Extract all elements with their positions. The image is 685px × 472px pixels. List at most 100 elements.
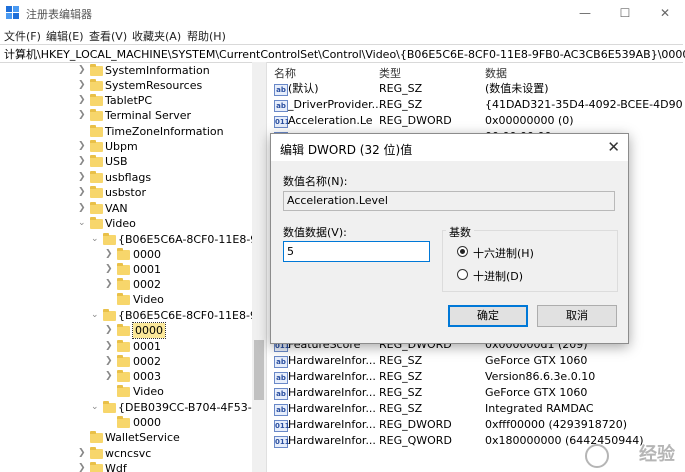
value-row[interactable]: ab HardwareInfor... REG_SZ GeForce GTX 1060	[268, 385, 685, 401]
chevron-right-icon[interactable]: ❯	[105, 277, 113, 292]
value-name-cell: HardwareInfor...	[288, 434, 376, 447]
chevron-right-icon[interactable]: ❯	[78, 185, 86, 200]
chevron-right-icon[interactable]: ❯	[78, 93, 86, 108]
value-row[interactable]: ab _DriverProvider... REG_SZ {41DAD321-35D4…	[268, 97, 685, 113]
chevron-down-icon[interactable]: ⌄	[91, 308, 99, 323]
menu-bar: 文件(F) 编辑(E) 查看(V) 收藏夹(A) 帮助(H)	[0, 26, 685, 44]
folder-icon	[90, 140, 103, 152]
dialog-close-icon[interactable]: ✕	[607, 138, 620, 156]
folder-icon	[103, 401, 116, 413]
chevron-right-icon[interactable]: ❯	[78, 108, 86, 123]
menu-file[interactable]: 文件(F)	[4, 28, 41, 44]
value-name-cell: Acceleration.Le	[288, 114, 373, 127]
chevron-right-icon[interactable]: ❯	[78, 461, 86, 472]
address-bar[interactable]: 计算机\HKEY_LOCAL_MACHINE\SYSTEM\CurrentCon…	[0, 44, 685, 63]
value-row[interactable]: 011 Acceleration.Le REG_DWORD 0x00000000 (0…	[268, 113, 685, 129]
ok-button[interactable]: 确定	[448, 305, 528, 327]
folder-icon	[90, 186, 103, 198]
value-row[interactable]: ab HardwareInfor... REG_SZ Version86.6.3e.0…	[268, 369, 685, 385]
value-name-label: 数值名称(N):	[283, 175, 348, 188]
key-tree[interactable]: ❯ SystemInformation ❯ SystemResources ❯ Tab…	[0, 62, 267, 472]
close-button[interactable]: ✕	[645, 0, 685, 26]
tree-scrollbar[interactable]	[252, 62, 266, 472]
dec-label[interactable]: 十进制(D)	[473, 268, 523, 284]
value-data-cell: GeForce GTX 1060	[485, 386, 588, 399]
chevron-down-icon[interactable]: ⌄	[78, 216, 86, 231]
value-row[interactable]: ab HardwareInfor... REG_SZ GeForce GTX 1060	[268, 353, 685, 369]
chevron-right-icon[interactable]: ❯	[105, 339, 113, 354]
binary-value-icon: 011	[274, 116, 290, 128]
folder-icon	[90, 64, 103, 76]
chevron-right-icon[interactable]: ❯	[105, 369, 113, 384]
cancel-button[interactable]: 取消	[537, 305, 617, 327]
value-data-cell: Integrated RAMDAC	[485, 402, 594, 415]
chevron-right-icon[interactable]: ❯	[78, 170, 86, 185]
value-name-cell: HardwareInfor...	[288, 354, 376, 367]
value-row[interactable]: ab (默认) REG_SZ (数值未设置)	[268, 81, 685, 97]
title-bar: 注册表编辑器 — ☐ ✕	[0, 0, 685, 26]
string-value-icon: ab	[274, 356, 288, 368]
folder-icon	[90, 109, 103, 121]
value-type-cell: REG_SZ	[379, 386, 423, 399]
chevron-right-icon[interactable]: ❯	[105, 247, 113, 262]
folder-icon	[117, 278, 130, 290]
chevron-right-icon[interactable]: ❯	[78, 201, 86, 216]
value-type-cell: REG_DWORD	[379, 418, 452, 431]
watermark-logo-icon	[585, 444, 609, 468]
value-row[interactable]: ab HardwareInfor... REG_SZ Integrated RAMDA…	[268, 401, 685, 417]
menu-help[interactable]: 帮助(H)	[187, 28, 226, 44]
folder-icon	[90, 155, 103, 167]
value-type-cell: REG_SZ	[379, 354, 423, 367]
dialog-title-bar: 编辑 DWORD (32 位)值 ✕	[271, 134, 628, 161]
value-data-cell: GeForce GTX 1060	[485, 354, 588, 367]
folder-icon	[117, 355, 130, 367]
folder-icon	[117, 340, 130, 352]
chevron-right-icon[interactable]: ❯	[78, 154, 86, 169]
menu-edit[interactable]: 编辑(E)	[46, 28, 84, 44]
tree-scrollbar-thumb[interactable]	[254, 340, 264, 400]
value-data-input[interactable]: 5	[283, 241, 430, 262]
value-type-cell: REG_DWORD	[379, 114, 452, 127]
dec-radio[interactable]	[457, 269, 468, 280]
menu-favorites[interactable]: 收藏夹(A)	[132, 28, 181, 44]
address-path[interactable]: 计算机\HKEY_LOCAL_MACHINE\SYSTEM\CurrentCon…	[4, 46, 685, 62]
value-name-cell: _DriverProvider...	[288, 98, 383, 111]
string-value-icon: ab	[274, 404, 288, 416]
folder-icon	[117, 293, 130, 305]
value-row[interactable]: 011 HardwareInfor... REG_QWORD 0x180000000 …	[268, 433, 685, 449]
value-type-cell: REG_SZ	[379, 370, 423, 383]
value-data-cell: {41DAD321-35D4-4092-BCEE-4D90	[485, 98, 683, 111]
chevron-right-icon[interactable]: ❯	[105, 262, 113, 277]
string-value-icon: ab	[274, 84, 288, 96]
value-name-cell: HardwareInfor...	[288, 370, 376, 383]
minimize-button[interactable]: —	[565, 0, 605, 26]
folder-icon	[90, 447, 103, 459]
chevron-down-icon[interactable]: ⌄	[91, 400, 99, 415]
folder-icon	[90, 79, 103, 91]
chevron-right-icon[interactable]: ❯	[105, 354, 113, 369]
chevron-right-icon[interactable]: ❯	[78, 78, 86, 93]
column-header-type[interactable]: 类型	[379, 65, 401, 81]
window-title: 注册表编辑器	[26, 8, 92, 21]
column-header-name[interactable]: 名称	[274, 65, 296, 81]
value-type-cell: REG_SZ	[379, 402, 423, 415]
maximize-button[interactable]: ☐	[605, 0, 645, 26]
value-type-cell: REG_SZ	[379, 98, 423, 111]
chevron-right-icon[interactable]: ❯	[78, 139, 86, 154]
value-row[interactable]: 011 HardwareInfor... REG_DWORD 0xfff00000 (…	[268, 417, 685, 433]
value-data-cell: (数值未设置)	[485, 82, 549, 95]
chevron-down-icon[interactable]: ⌄	[91, 232, 99, 247]
value-name-cell: (默认)	[288, 82, 319, 95]
chevron-right-icon[interactable]: ❯	[105, 323, 113, 338]
chevron-right-icon[interactable]: ❯	[78, 63, 86, 78]
folder-icon	[103, 233, 116, 245]
binary-value-icon: 011	[274, 420, 290, 432]
hex-radio[interactable]	[457, 246, 468, 257]
column-header-data[interactable]: 数据	[485, 65, 507, 81]
hex-label[interactable]: 十六进制(H)	[473, 245, 534, 261]
value-type-cell: REG_SZ	[379, 82, 423, 95]
chevron-right-icon[interactable]: ❯	[78, 446, 86, 461]
menu-view[interactable]: 查看(V)	[89, 28, 127, 44]
folder-icon	[90, 202, 103, 214]
value-name-cell: HardwareInfor...	[288, 402, 376, 415]
